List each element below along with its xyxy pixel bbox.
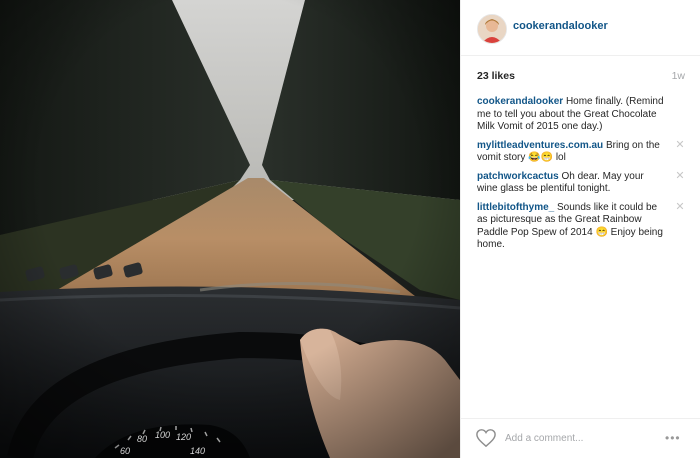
post-header: cookerandalooker <box>461 0 700 56</box>
comment-username[interactable]: littlebitofthyme_ <box>477 202 554 213</box>
close-icon[interactable]: ✕ <box>675 170 685 181</box>
more-options-icon[interactable]: ••• <box>665 431 687 445</box>
comment-text-after: lol <box>555 152 566 163</box>
avatar-image <box>478 15 506 43</box>
comment-username[interactable]: cookerandalooker <box>477 96 563 107</box>
comment-list: cookerandalooker Home finally. (Remind m… <box>477 96 685 258</box>
comment-emoji: 😂😁 <box>528 152 554 163</box>
post-time[interactable]: 1w <box>672 70 685 82</box>
speedometer-140-label: 140 <box>190 446 206 456</box>
post-sidebar: cookerandalooker 23 likes 1w cookerandal… <box>460 0 700 458</box>
comment-username[interactable]: patchworkcactus <box>477 171 559 182</box>
post-stats: 23 likes 1w <box>477 70 685 84</box>
comment-bar: ••• <box>461 418 700 458</box>
comment-item: mylittleadventures.com.au Bring on the v… <box>477 139 685 165</box>
speedometer-120-label: 120 <box>176 432 192 442</box>
post-author-username[interactable]: cookerandalooker <box>513 20 608 32</box>
road-through-forest-photo <box>0 0 460 458</box>
comment-username[interactable]: mylittleadventures.com.au <box>477 140 603 151</box>
add-comment-input[interactable] <box>505 428 655 448</box>
post-photo[interactable]: 80 100 120 60 140 <box>0 0 460 458</box>
comment-caption: cookerandalooker Home finally. (Remind m… <box>477 96 685 134</box>
speedometer-60-label: 60 <box>120 446 131 456</box>
heart-icon[interactable] <box>475 428 497 448</box>
speedometer-100-label: 100 <box>155 430 171 440</box>
comment-item: littlebitofthyme_ Sounds like it could b… <box>477 201 685 252</box>
comment-item: patchworkcactus Oh dear. May your wine g… <box>477 170 685 196</box>
close-icon[interactable]: ✕ <box>675 139 685 150</box>
comment-emoji: 😁 <box>595 226 608 238</box>
speedometer-80-label: 80 <box>137 434 148 444</box>
avatar[interactable] <box>477 14 507 44</box>
likes-count[interactable]: 23 likes <box>477 70 515 82</box>
close-icon[interactable]: ✕ <box>675 201 685 212</box>
